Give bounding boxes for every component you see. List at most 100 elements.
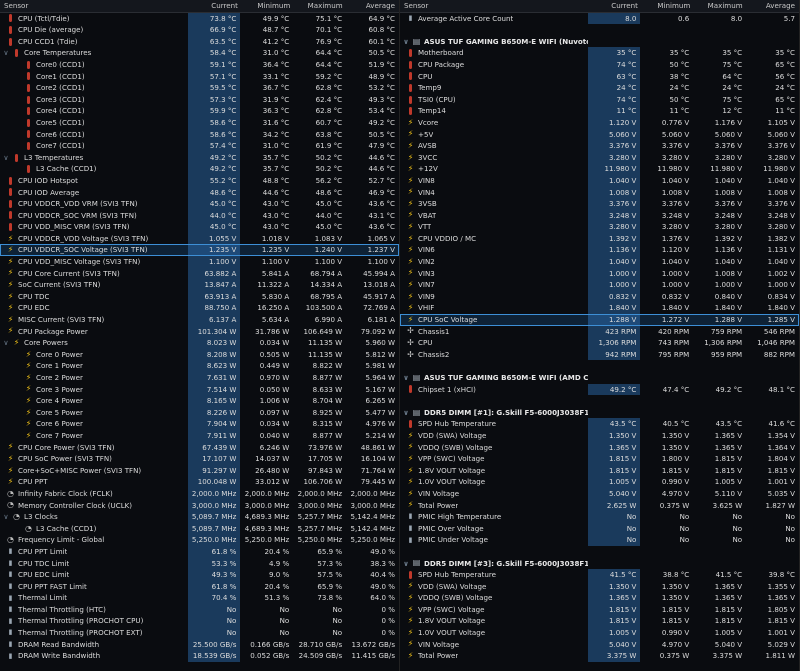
sensor-row[interactable]: VDDQ (SWB) Voltage 1.365 V 1.350 V 1.365 V 1…: [400, 592, 799, 604]
sensor-row[interactable]: VPP (SWC) Voltage 1.815 V 1.815 V 1.815 V 1.…: [400, 603, 799, 616]
sensor-row[interactable]: CPU TDC Limit 53.3 % 4.9 % 57.3 % 38.3 %: [0, 557, 399, 570]
header-sensor[interactable]: Sensor: [400, 0, 590, 12]
sensor-row[interactable]: Average Active Core Count 8.0 0.6 8.0 5.7: [400, 12, 799, 25]
sensor-row[interactable]: CPU SoC Voltage 1.288 V 1.272 V 1.288 V 1.28…: [400, 314, 799, 326]
sensor-row[interactable]: CPU Core Current (SVI3 TFN) 63.882 A 5.841…: [0, 267, 399, 280]
sensor-row[interactable]: Total Power 3.375 W 0.375 W 3.375 W 1.811 W: [400, 650, 799, 662]
sensor-row[interactable]: Thermal Throttling (PROCHOT CPU) No No No 0 …: [0, 615, 399, 628]
sensor-row[interactable]: Infinity Fabric Clock (FCLK)2,000.0 MHz2…: [0, 487, 399, 500]
sensor-row[interactable]: PMIC Under Voltage No No No No: [400, 534, 799, 546]
sensor-group-row[interactable]: ∨ ASUS TUF GAMING B650M-E WIFI (AMD Chips…: [400, 372, 799, 384]
sensor-group-row[interactable]: ∨ ASUS TUF GAMING B650M-E WIFI (Nuvoton N…: [400, 36, 799, 48]
sensor-row[interactable]: 3VCC 3.280 V 3.280 V 3.280 V 3.280 V: [400, 151, 799, 164]
tree-indent[interactable]: ∨: [0, 47, 12, 59]
sensor-row[interactable]: TSI0 (CPU) 74 °C 50 °C 75 °C 65 °C: [400, 93, 799, 106]
sensor-row[interactable]: VPP (SWC) Voltage 1.815 V 1.800 V 1.815 V 1.…: [400, 453, 799, 465]
sensor-row[interactable]: CPU Package Power 101.304 W 31.786 W 106.64…: [0, 325, 399, 338]
sensor-row[interactable]: Core2 (CCD1) 59.5 °C 36.7 °C 62.8 °C 53.2 °C: [0, 82, 399, 94]
sensor-row[interactable]: Memory Controller Clock (UCLK) 3,000.0 MH…: [0, 499, 399, 512]
sensor-row[interactable]: MISC Current (SVI3 TFN) 6.137 A 5.634 A 6.9…: [0, 314, 399, 326]
sensor-row[interactable]: DRAM Read Bandwidth 25.500 GB/s 0.166 GB/s…: [0, 638, 399, 651]
sensor-row[interactable]: VDDQ (SWB) Voltage 1.365 V 1.350 V 1.365 V 1…: [400, 441, 799, 454]
sensor-row[interactable]: ∨ L3 Temperatures 49.2 °C 35.7 °C 50.2 °C 44.…: [0, 151, 399, 164]
sensor-row[interactable]: Core+SoC+MISC Power (SVI3 TFN) 91.297 W 26…: [0, 464, 399, 477]
sensor-row[interactable]: CPU SoC Power (SVI3 TFN) 17.107 W 14.037 W…: [0, 453, 399, 465]
tree-indent[interactable]: ∨: [0, 337, 12, 349]
sensor-row[interactable]: +5V 5.060 V 5.060 V 5.060 V 5.060 V: [400, 128, 799, 141]
sensor-row[interactable]: CPU CCD1 (Tdie) 63.5 °C 41.2 °C 76.9 °C 60.1…: [0, 35, 399, 48]
sensor-row[interactable]: 1.8V VOUT Voltage 1.815 V 1.815 V 1.815 V 1.…: [400, 615, 799, 628]
sensor-row[interactable]: 3VSB 3.376 V 3.376 V 3.376 V 3.376 V: [400, 198, 799, 210]
sensor-row[interactable]: CPU PPT Limit 61.8 % 20.4 % 65.9 % 49.0 %: [0, 545, 399, 558]
sensor-row[interactable]: Core5 (CCD1) 58.6 °C 31.6 °C 60.7 °C 49.2 °C: [0, 116, 399, 129]
sensor-row[interactable]: VBAT 3.248 V 3.248 V 3.248 V 3.248 V: [400, 209, 799, 222]
collapse-toggle-icon[interactable]: ∨: [400, 36, 412, 48]
sensor-row[interactable]: Core 1 Power 8.623 W 0.449 W 8.822 W 5.981 W: [0, 360, 399, 372]
sensor-row[interactable]: CPU EDC Limit 49.3 % 9.0 % 57.5 % 40.4 %: [0, 569, 399, 581]
sensor-row[interactable]: Core 7 Power 7.911 W 0.040 W 8.877 W 5.214 W: [0, 429, 399, 442]
sensor-row[interactable]: Chassis1 423 RPM 420 RPM 759 RPM 546 RPM: [400, 325, 799, 338]
sensor-row[interactable]: PMIC High Temperature No No No No: [400, 511, 799, 523]
sensor-row[interactable]: VDD (SWA) Voltage 1.350 V 1.350 V 1.365 V 1.…: [400, 580, 799, 593]
sensor-row[interactable]: Core 4 Power 8.165 W 1.006 W 8.704 W 6.265 W: [0, 395, 399, 407]
sensor-row[interactable]: VIN4 1.008 V 1.008 V 1.008 V 1.008 V: [400, 186, 799, 199]
sensor-row[interactable]: VIN Voltage 5.040 V 4.970 V 5.040 V 5.029 V: [400, 638, 799, 651]
sensor-row[interactable]: L3 Cache (CCD1) 5,089.7 MHz4,689.3 MHz 5,2…: [0, 522, 399, 535]
sensor-row[interactable]: Core0 (CCD1) 59.1 °C 36.4 °C 64.4 °C 51.9 °C: [0, 58, 399, 71]
sensor-row[interactable]: VIN6 1.136 V 1.120 V 1.136 V 1.131 V: [400, 244, 799, 257]
sensor-row[interactable]: CPU EDC 88.750 A 16.250 A 103.500 A 72.769 A: [0, 302, 399, 315]
sensor-row[interactable]: Motherboard 35 °C 35 °C 35 °C 35 °C: [400, 47, 799, 59]
sensor-row[interactable]: Core 2 Power 7.631 W 0.970 W 8.877 W 5.964 W: [0, 372, 399, 384]
sensor-row[interactable]: CPU VDD_MISC Voltage (SVI3 TFN) 1.100 V 1.…: [0, 256, 399, 268]
sensor-row[interactable]: CPU IOD Hotspot 55.2 °C 48.8 °C 56.2 °C 52.7…: [0, 174, 399, 187]
sensor-row[interactable]: VHIF 1.840 V 1.840 V 1.840 V 1.840 V: [400, 302, 799, 315]
sensor-row[interactable]: CPU 63 °C 38 °C 64 °C 56 °C: [400, 70, 799, 83]
sensor-row[interactable]: SoC Current (SVI3 TFN) 13.847 A 11.322 A 14…: [0, 279, 399, 291]
sensor-row[interactable]: Thermal Limit 70.4 % 51.3 % 73.8 % 64.0 %: [0, 592, 399, 604]
header-average[interactable]: Average: [747, 0, 799, 12]
header-current[interactable]: Current: [590, 0, 642, 12]
sensor-row[interactable]: SPD Hub Temperature 43.5 °C 40.5 °C 43.5 °C…: [400, 418, 799, 430]
collapse-toggle-icon[interactable]: ∨: [400, 407, 412, 419]
sensor-row[interactable]: Temp9 24 °C 24 °C 24 °C 24 °C: [400, 82, 799, 94]
sensor-row[interactable]: 1.0V VOUT Voltage 1.005 V 0.990 V 1.005 V 1.…: [400, 627, 799, 639]
left-column-header[interactable]: Sensor Current Minimum Maximum Average: [0, 0, 399, 13]
sensor-row[interactable]: Core 3 Power 7.514 W 0.050 W 8.633 W 5.167 W: [0, 383, 399, 396]
sensor-row[interactable]: CPU VDDCR_SOC VRM (SVI3 TFN) 44.0 °C 43.0 …: [0, 209, 399, 222]
tree-indent[interactable]: ∨: [0, 511, 12, 523]
sensor-row[interactable]: 1.8V VOUT Voltage 1.815 V 1.815 V 1.815 V 1.…: [400, 464, 799, 477]
sensor-row[interactable]: Frequency Limit - Global5,250.0 MHz5,250…: [0, 534, 399, 546]
header-sensor[interactable]: Sensor: [0, 0, 190, 12]
sensor-row[interactable]: VIN2 1.040 V 1.040 V 1.040 V 1.040 V: [400, 256, 799, 268]
header-current[interactable]: Current: [190, 0, 242, 12]
sensor-row[interactable]: CPU VDD_MISC VRM (SVI3 TFN) 45.0 °C 43.0 °…: [0, 221, 399, 233]
sensor-row[interactable]: ∨ Core Temperatures 58.4 °C 31.0 °C 64.4 °C 5…: [0, 47, 399, 59]
sensor-row[interactable]: DRAM Write Bandwidth 18.539 GB/s 0.052 GB/…: [0, 650, 399, 662]
header-minimum[interactable]: Minimum: [242, 0, 294, 12]
sensor-row[interactable]: Core 6 Power 7.904 W 0.034 W 8.315 W 4.976 W: [0, 418, 399, 430]
sensor-row[interactable]: CPU Die (average) 66.9 °C 48.7 °C 70.1 °C 60…: [0, 24, 399, 36]
sensor-row[interactable]: Chassis2 942 RPM 795 RPM 959 RPM 882 RPM: [400, 348, 799, 361]
header-maximum[interactable]: Maximum: [294, 0, 346, 12]
sensor-row[interactable]: Core7 (CCD1) 57.4 °C 31.0 °C 61.9 °C 47.9 °C: [0, 140, 399, 152]
sensor-row[interactable]: VIN9 0.832 V 0.832 V 0.840 V 0.834 V: [400, 290, 799, 303]
sensor-row[interactable]: CPU IOD Average 48.6 °C 44.6 °C 48.6 °C 46.9…: [0, 186, 399, 199]
sensor-row[interactable]: CPU Package 74 °C 50 °C 75 °C 65 °C: [400, 58, 799, 71]
sensor-row[interactable]: VIN Voltage 5.040 V 4.970 V 5.110 V 5.035 V: [400, 487, 799, 500]
sensor-row[interactable]: Core6 (CCD1) 58.6 °C 34.2 °C 63.8 °C 50.5 °C: [0, 128, 399, 141]
sensor-row[interactable]: VDD (SWA) Voltage 1.350 V 1.350 V 1.365 V 1.…: [400, 429, 799, 442]
sensor-row[interactable]: CPU TDC 63.913 A 5.830 A 68.795 A 45.917 A: [0, 290, 399, 303]
sensor-row[interactable]: VIN3 1.000 V 1.000 V 1.008 V 1.002 V: [400, 267, 799, 280]
sensor-row[interactable]: CPU 1,306 RPM 743 RPM 1,306 RPM 1,046 RPM: [400, 337, 799, 349]
sensor-row[interactable]: Core1 (CCD1) 57.1 °C 33.1 °C 59.2 °C 48.9 °C: [0, 70, 399, 83]
header-average[interactable]: Average: [347, 0, 399, 12]
header-minimum[interactable]: Minimum: [642, 0, 694, 12]
sensor-row[interactable]: CPU VDDCR_VDD VRM (SVI3 TFN) 45.0 °C 43.0 …: [0, 198, 399, 210]
sensor-row[interactable]: PMIC Over Voltage No No No No: [400, 522, 799, 535]
right-column-header[interactable]: Sensor Current Minimum Maximum Average: [400, 0, 799, 13]
sensor-row[interactable]: Core3 (CCD1) 57.3 °C 31.9 °C 62.4 °C 49.3 °C: [0, 93, 399, 106]
sensor-row[interactable]: Core4 (CCD1) 59.9 °C 36.3 °C 62.8 °C 53.4 °C: [0, 105, 399, 117]
sensor-group-row[interactable]: ∨ DDR5 DIMM [#3]: G.Skill F5-6000J3038F16…: [400, 558, 799, 570]
sensor-row[interactable]: 1.0V VOUT Voltage 1.005 V 0.990 V 1.005 V 1.…: [400, 476, 799, 488]
sensor-row[interactable]: ∨ Core Powers 8.023 W 0.034 W 11.135 W 5.960 …: [0, 337, 399, 349]
